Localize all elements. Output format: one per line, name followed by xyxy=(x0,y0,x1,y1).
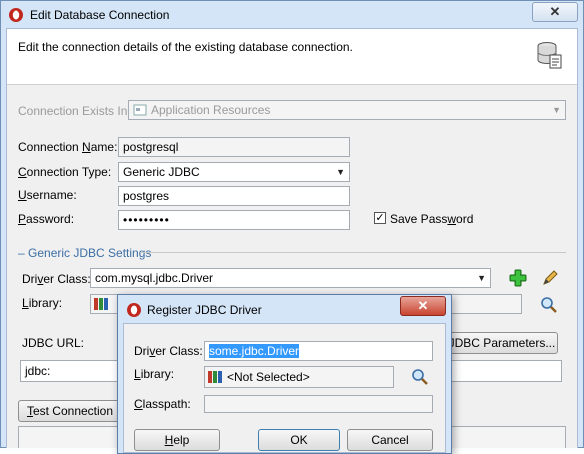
password-label: Password: xyxy=(18,212,75,226)
window-title: Edit Database Connection xyxy=(30,8,170,22)
jdbc-url-label: JDBC URL: xyxy=(22,336,85,350)
window-description: Edit the connection details of the exist… xyxy=(18,40,353,54)
dialog-driver-class-field[interactable]: some.jdbc.Driver xyxy=(204,341,433,361)
dialog-library-field: <Not Selected> xyxy=(204,366,394,388)
chevron-down-icon: ▼ xyxy=(477,273,486,283)
library-books-icon xyxy=(207,370,223,384)
test-connection-button[interactable]: Test Connection xyxy=(18,400,122,422)
connection-exists-in-combo: Application Resources ▼ xyxy=(128,100,566,120)
password-field[interactable]: ••••••••• xyxy=(118,210,350,230)
connection-type-select[interactable]: Generic JDBC ▼ xyxy=(118,162,350,182)
window-close-button[interactable]: ✕ xyxy=(532,2,578,22)
save-password-label: Save Password xyxy=(390,212,474,226)
library-search-icon[interactable] xyxy=(540,296,558,314)
driver-class-select[interactable]: com.mysql.jdbc.Driver ▼ xyxy=(90,268,491,288)
chevron-down-icon: ▼ xyxy=(336,167,345,177)
dialog-classpath-field xyxy=(204,395,433,413)
chevron-down-icon: ▼ xyxy=(552,105,561,115)
driver-class-label: Driver Class: xyxy=(22,272,91,286)
library-books-icon xyxy=(93,297,109,311)
connection-type-value: Generic JDBC xyxy=(123,165,200,179)
app-logo-icon xyxy=(126,302,142,318)
connection-exists-in-value: Application Resources xyxy=(151,103,271,117)
jdbc-settings-header[interactable]: – Generic JDBC Settings xyxy=(18,246,151,260)
app-logo-icon xyxy=(8,7,24,23)
connection-name-field[interactable]: postgresql xyxy=(118,137,350,157)
dialog-driver-class-label: Driver Class: xyxy=(134,344,203,358)
database-icon xyxy=(534,40,564,70)
dialog-library-search-icon[interactable] xyxy=(411,368,429,386)
section-divider xyxy=(140,252,566,253)
dialog-driver-class-value: some.jdbc.Driver xyxy=(209,344,300,358)
username-label: Username: xyxy=(18,188,77,202)
header-band xyxy=(7,29,577,85)
driver-class-value: com.mysql.jdbc.Driver xyxy=(95,271,214,285)
add-driver-icon[interactable] xyxy=(508,268,528,288)
connection-exists-in-label: Connection Exists In: xyxy=(18,104,131,118)
dialog-library-label: Library: xyxy=(134,367,175,381)
save-password-checkbox[interactable]: ✓ xyxy=(374,212,386,224)
edit-driver-pencil-icon[interactable] xyxy=(540,268,560,288)
connection-type-label: Connection Type: xyxy=(18,165,112,179)
jdbc-parameters-button[interactable]: JDBC Parameters... xyxy=(446,332,558,354)
dialog-title: Register JDBC Driver xyxy=(147,303,262,317)
username-field[interactable]: postgres xyxy=(118,186,350,206)
application-resources-icon xyxy=(133,103,147,117)
connection-name-label: Connection Name: xyxy=(18,140,118,154)
library-label: Library: xyxy=(22,296,63,310)
dialog-classpath-label: Classpath: xyxy=(134,397,191,411)
dialog-close-button[interactable]: ✕ xyxy=(400,296,446,316)
